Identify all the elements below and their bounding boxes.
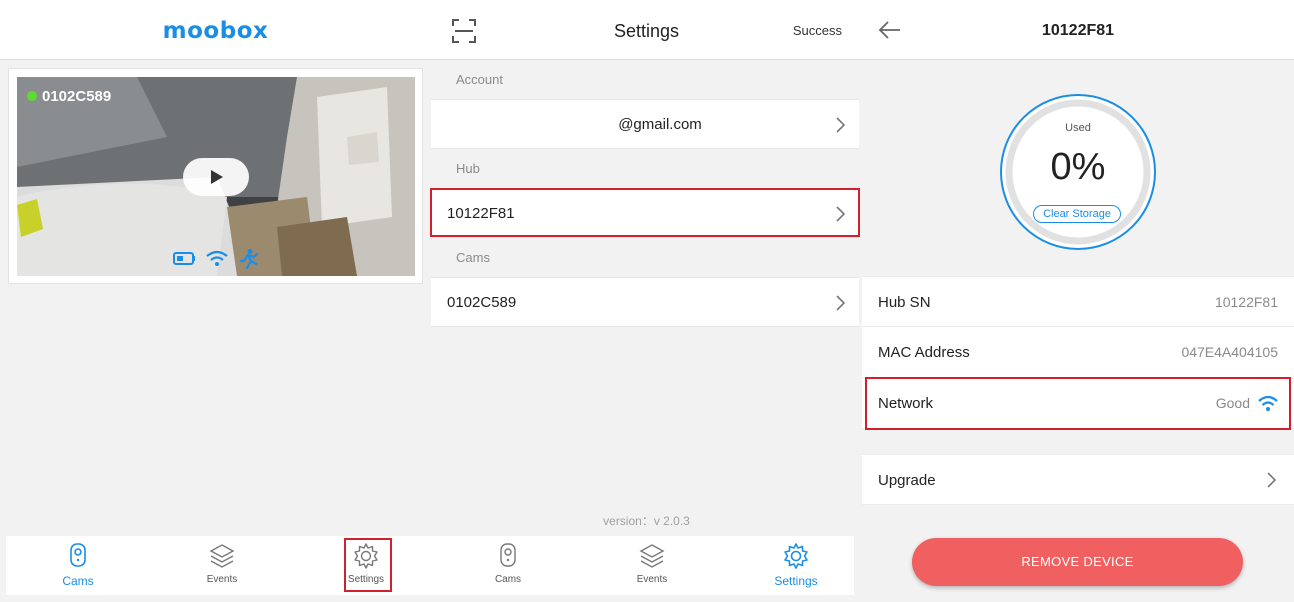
play-button[interactable]: [183, 158, 249, 196]
battery-icon: [173, 252, 195, 265]
account-email: @gmail.com: [618, 116, 702, 133]
nav-events[interactable]: Events: [150, 536, 294, 595]
wifi-icon: [206, 250, 228, 266]
mac-address-value: 047E4A404105: [1181, 344, 1278, 360]
nav-events-label: Events: [206, 574, 238, 585]
version-text: version：v 2.0.3: [603, 514, 690, 528]
layers-icon: [639, 544, 665, 568]
header: 10122F81: [862, 0, 1294, 60]
play-icon: [211, 170, 223, 184]
upgrade-row[interactable]: Upgrade: [862, 454, 1294, 505]
hub-detail-screen: 10122F81 Used 0% Clear Storage Hub SN 10…: [862, 0, 1294, 602]
online-status-dot: [27, 91, 37, 101]
page-title: 10122F81: [1041, 22, 1115, 39]
camera-icon: [70, 543, 86, 567]
highlight-box-network: [865, 377, 1291, 430]
layers-icon: [209, 544, 235, 568]
settings-screen: Settings Success Account @gmail.com Hub …: [431, 0, 862, 602]
nav-cams[interactable]: Cams: [436, 536, 580, 595]
mac-address-row: MAC Address 047E4A404105: [862, 327, 1294, 378]
nav-cams-label: Cams: [62, 574, 94, 588]
highlight-box-settings: [344, 538, 392, 592]
used-label: Used: [1065, 122, 1091, 134]
nav-cams-label: Cams: [494, 574, 522, 585]
chevron-right-icon: [1267, 472, 1277, 488]
status-text: Success: [792, 23, 842, 38]
highlight-box-hub: [430, 188, 860, 237]
camera-name-text: 0102C589: [42, 88, 112, 105]
nav-cams[interactable]: Cams: [6, 536, 150, 595]
upgrade-label: Upgrade: [878, 472, 936, 489]
used-percent: 0%: [1050, 146, 1106, 188]
cams-screen: moobox 0102C589 Cams Events Settings: [0, 0, 431, 602]
header: Settings Success: [431, 0, 862, 60]
mac-address-label: MAC Address: [878, 344, 970, 361]
hub-sn-row: Hub SN 10122F81: [862, 276, 1294, 327]
app-logo: moobox: [162, 18, 269, 44]
camera-card[interactable]: 0102C589: [8, 68, 423, 284]
account-row[interactable]: @gmail.com: [431, 99, 859, 149]
section-label-cams: Cams: [456, 250, 490, 265]
hub-sn-label: Hub SN: [878, 294, 931, 311]
camera-status-bar: [172, 248, 262, 275]
gear-icon: [784, 543, 808, 569]
camera-preview[interactable]: 0102C589: [17, 77, 415, 276]
nav-events[interactable]: Events: [580, 536, 724, 595]
nav-settings[interactable]: Settings: [724, 536, 862, 595]
section-label-hub: Hub: [456, 161, 480, 176]
camera-icon: [500, 543, 516, 567]
cam-id: 0102C589: [447, 294, 517, 311]
bottom-nav: Cams Events Settings: [431, 536, 854, 595]
storage-gauge: Used 0% Clear Storage: [998, 92, 1158, 252]
header: moobox: [0, 0, 431, 60]
cam-row[interactable]: 0102C589: [431, 277, 859, 327]
hub-sn-value: 10122F81: [1214, 294, 1278, 310]
chevron-right-icon: [836, 295, 846, 311]
remove-device-button[interactable]: REMOVE DEVICE: [912, 538, 1243, 586]
camera-name: 0102C589: [27, 88, 111, 105]
clear-storage-button[interactable]: Clear Storage: [1033, 205, 1121, 223]
section-label-account: Account: [456, 72, 503, 87]
chevron-right-icon: [836, 117, 846, 133]
nav-settings-label: Settings: [774, 574, 818, 588]
motion-icon: [239, 249, 259, 270]
nav-events-label: Events: [636, 574, 668, 585]
